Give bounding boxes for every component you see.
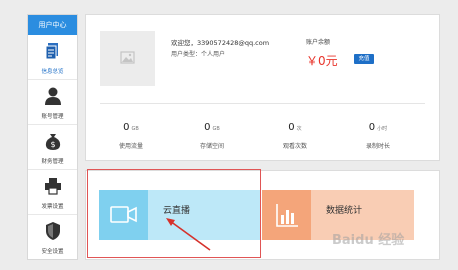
watermark: Baidu 经验 [332,233,405,248]
